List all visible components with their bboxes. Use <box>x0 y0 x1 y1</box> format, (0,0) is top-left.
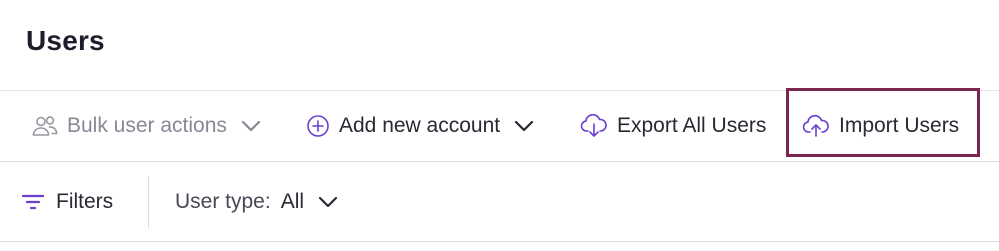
page-header: Users <box>0 0 999 90</box>
import-users-label: Import Users <box>839 114 960 137</box>
actions-toolbar: Bulk user actions Add new account Export… <box>0 88 999 162</box>
user-type-label: User type: <box>175 190 271 213</box>
cloud-upload-icon <box>802 114 830 138</box>
chevron-down-icon <box>318 196 338 208</box>
bulk-user-actions-label: Bulk user actions <box>67 114 227 137</box>
users-page: Users Bulk user actions Add new account … <box>0 0 999 251</box>
plus-circle-icon <box>306 114 330 138</box>
export-all-users-button[interactable]: Export All Users <box>580 106 766 146</box>
bulk-user-actions-button[interactable]: Bulk user actions <box>32 106 261 146</box>
import-users-button[interactable]: Import Users <box>802 106 959 146</box>
filter-bar: Filters User type: All <box>0 162 999 242</box>
export-all-users-label: Export All Users <box>617 114 767 137</box>
add-new-account-button[interactable]: Add new account <box>306 106 534 146</box>
filter-divider <box>148 176 149 228</box>
filter-lines-icon <box>22 194 44 210</box>
filters-button[interactable]: Filters <box>22 182 113 222</box>
chevron-down-icon <box>514 120 534 132</box>
add-new-account-label: Add new account <box>339 114 501 137</box>
filters-label: Filters <box>56 190 114 213</box>
page-title: Users <box>26 25 105 56</box>
user-type-value: All <box>280 190 305 213</box>
chevron-down-icon <box>241 120 261 132</box>
user-type-dropdown[interactable]: User type: All <box>175 182 338 222</box>
users-icon <box>32 115 58 137</box>
cloud-download-icon <box>580 114 608 138</box>
